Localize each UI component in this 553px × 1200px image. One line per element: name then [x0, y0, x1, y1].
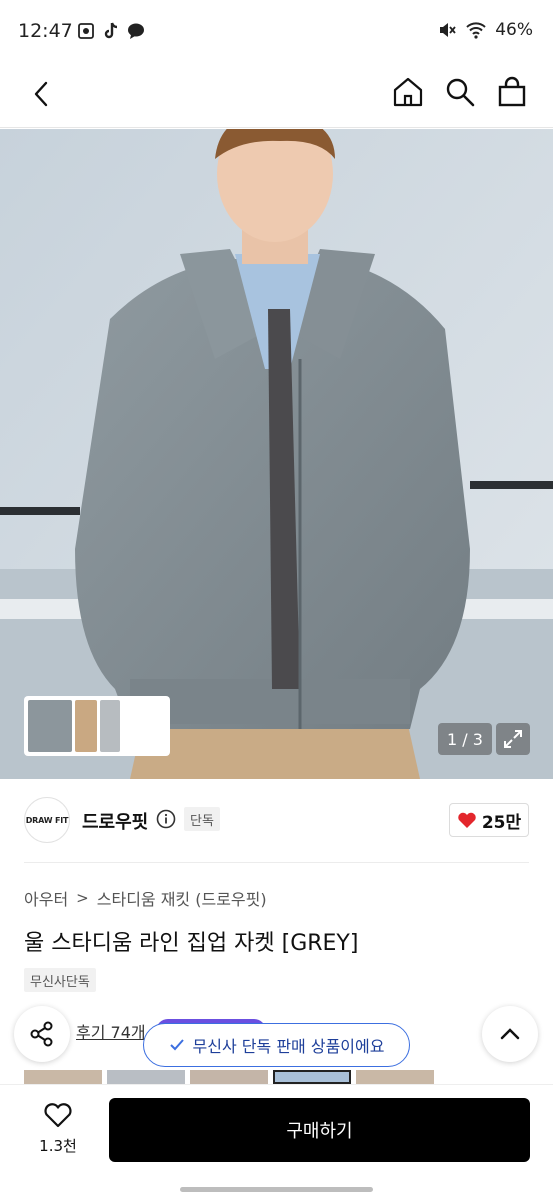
- image-counter: 1 / 3: [438, 723, 492, 755]
- exclusive-tag: 단독: [184, 807, 220, 831]
- info-icon[interactable]: [156, 809, 176, 829]
- exclusive-badge: 무신사단독: [24, 968, 96, 992]
- breadcrumb-category[interactable]: 아우터: [24, 886, 68, 910]
- home-button[interactable]: [391, 74, 425, 110]
- related-thumb[interactable]: [107, 1070, 185, 1084]
- product-image-gallery[interactable]: 1 / 3: [0, 129, 553, 779]
- related-products-strip: [24, 1070, 553, 1084]
- cart-button[interactable]: [495, 74, 529, 110]
- brand-logo[interactable]: DRAW FIT: [24, 797, 70, 843]
- chevron-up-icon: [500, 1028, 520, 1040]
- screenshot-icon: [78, 23, 94, 39]
- search-icon: [446, 78, 475, 107]
- chat-icon: [128, 23, 144, 39]
- related-thumb[interactable]: [24, 1070, 102, 1084]
- breadcrumb: 아우터 > 스타디움 재킷 (드로우핏): [24, 886, 267, 910]
- thumbnail-1[interactable]: [28, 700, 72, 752]
- share-icon: [30, 1021, 53, 1047]
- exclusive-toast: 무신사 단독 판매 상품이에요: [143, 1023, 410, 1067]
- breadcrumb-subcategory[interactable]: 스타디움 재킷 (드로우핏): [97, 886, 267, 910]
- mute-icon: [440, 23, 456, 37]
- share-button[interactable]: [14, 1006, 70, 1062]
- battery-level: 46%: [495, 20, 533, 40]
- heart-outline-icon: [44, 1103, 72, 1128]
- top-navigation: [0, 62, 553, 128]
- expand-icon: [504, 730, 522, 748]
- wishlist-button[interactable]: 1.3천: [30, 1101, 86, 1161]
- expand-image-button[interactable]: [496, 723, 530, 755]
- status-bar: 12:47 46%: [0, 0, 553, 62]
- nav-actions: [391, 74, 529, 110]
- back-icon: [34, 81, 48, 107]
- status-system-icons: 46%: [437, 20, 533, 40]
- wifi-icon: [466, 22, 486, 39]
- shopping-bag-icon: [498, 76, 526, 107]
- chevron-right-icon: >: [76, 889, 89, 907]
- check-icon: [169, 1039, 184, 1051]
- status-notification-icons: [76, 21, 146, 41]
- tiktok-icon: [104, 22, 118, 39]
- thumbnail-3[interactable]: [100, 700, 120, 752]
- product-photo: [0, 129, 553, 779]
- heart-filled-icon: [458, 812, 476, 828]
- product-title: 울 스타디움 라인 집업 자켓 [GREY]: [24, 931, 359, 956]
- section-divider: [24, 862, 529, 863]
- brand-like-count: 25만: [481, 812, 522, 833]
- scroll-top-button[interactable]: [482, 1006, 538, 1062]
- toast-text: 무신사 단독 판매 상품이에요: [192, 1037, 385, 1056]
- status-time: 12:47: [18, 20, 73, 42]
- review-link[interactable]: 후기 74개: [76, 1019, 146, 1043]
- home-icon: [393, 77, 423, 107]
- back-button[interactable]: [24, 76, 60, 112]
- brand-like-button[interactable]: 25만: [449, 803, 529, 837]
- wishlist-count: 1.3천: [39, 1137, 77, 1155]
- brand-row: DRAW FIT 드로우핏 단독 25만: [0, 795, 553, 851]
- related-thumb[interactable]: [356, 1070, 434, 1084]
- thumbnail-strip[interactable]: [24, 696, 170, 756]
- related-thumb[interactable]: [273, 1070, 351, 1084]
- bottom-action-bar: 1.3천 구매하기: [0, 1084, 553, 1200]
- thumbnail-2[interactable]: [75, 700, 97, 752]
- buy-button[interactable]: 구매하기: [109, 1098, 530, 1162]
- brand-name[interactable]: 드로우핏: [82, 808, 148, 834]
- home-indicator: [180, 1187, 373, 1192]
- related-thumb[interactable]: [190, 1070, 268, 1084]
- search-button[interactable]: [443, 74, 477, 110]
